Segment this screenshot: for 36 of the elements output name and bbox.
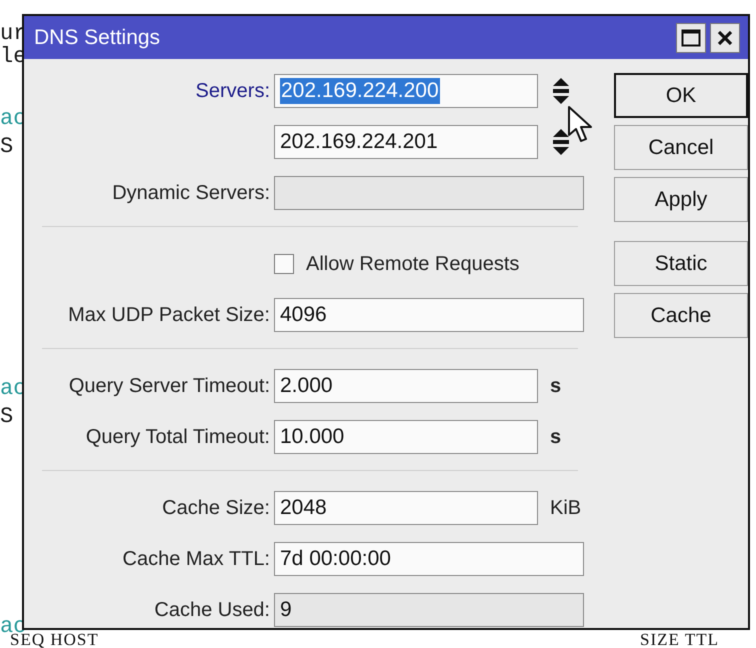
field-label: Servers: [196, 80, 270, 102]
field-label: Dynamic Servers: [112, 182, 270, 204]
unit-label: s [550, 374, 562, 398]
checkbox-label: Allow Remote Requests [306, 252, 520, 276]
field-value: 202.169.224.201 [280, 130, 438, 154]
dialog-button[interactable]: Cancel [614, 125, 748, 170]
field-label: Cache Max TTL: [122, 548, 270, 570]
field-label: Query Total Timeout: [86, 426, 270, 448]
input-field[interactable]: 4096 [274, 298, 584, 332]
maximize-button[interactable] [676, 22, 706, 52]
dialog-button[interactable]: Apply [614, 177, 748, 222]
field-label: Max UDP Packet Size: [68, 304, 270, 326]
field-label: Cache Size: [162, 496, 270, 518]
field-value: 202.169.224.200 [280, 78, 440, 104]
terminal-text: S [0, 405, 14, 429]
unit-label: s [550, 426, 562, 448]
close-icon [716, 28, 734, 46]
terminal-text: SIZE TTL [640, 632, 719, 648]
terminal-text: S [0, 135, 14, 159]
field-label: Cache Used: [154, 598, 270, 620]
maximize-icon [681, 28, 701, 46]
server-field[interactable]: 202.169.224.200 [274, 74, 538, 108]
server-field[interactable]: 202.169.224.201 [274, 125, 538, 159]
dialog-button[interactable]: Cache [614, 293, 748, 338]
dialog-button[interactable]: OK [614, 73, 748, 118]
input-field[interactable]: 2048 [274, 491, 538, 525]
input-field[interactable]: 10.000 [274, 420, 538, 454]
close-button[interactable] [710, 22, 740, 52]
dialog-button[interactable]: Static [614, 241, 748, 286]
window-title: DNS Settings [34, 26, 160, 50]
checkbox[interactable] [274, 254, 294, 274]
mouse-pointer-icon [567, 105, 595, 145]
field-label: Query Server Timeout: [68, 374, 270, 396]
unit-label: KiB [550, 496, 582, 520]
input-field[interactable]: 7d 00:00:00 [274, 542, 584, 576]
input-field[interactable]: 2.000 [274, 369, 538, 403]
